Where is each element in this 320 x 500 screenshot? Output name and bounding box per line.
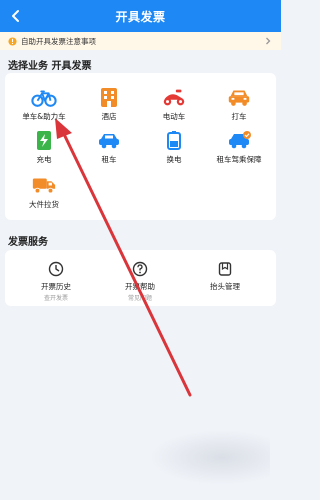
business-item-battery-swap[interactable]: 换电 (143, 128, 205, 172)
service-item-help[interactable]: 开票帮助 常见问题 (100, 260, 180, 304)
business-item-rental[interactable]: 租车 (78, 128, 140, 172)
business-item-car-insurance[interactable]: 租车驾乘保障 (208, 128, 270, 172)
clock-icon (45, 260, 67, 278)
page-title: 开具发票 (115, 9, 166, 24)
taxi-icon (226, 85, 252, 109)
service-item-history[interactable]: 开票历史 查开发票 (16, 260, 96, 304)
business-item-ebike[interactable]: 电动车 (143, 85, 205, 129)
business-item-taxi[interactable]: 打车 (208, 85, 270, 129)
charging-icon (31, 128, 57, 152)
business-item-hotel[interactable]: 酒店 (78, 85, 140, 129)
notice-bar[interactable]: 自助开具发票注意事项 (0, 32, 281, 50)
back-button[interactable] (4, 4, 28, 28)
info-icon (8, 36, 17, 46)
header-bar: 开具发票 (0, 0, 281, 32)
chevron-left-icon (12, 10, 19, 22)
hotel-icon (96, 85, 122, 109)
notice-text: 自助开具发票注意事项 (21, 36, 96, 46)
help-icon (129, 260, 151, 278)
blur-overlay (150, 430, 270, 485)
business-item-charging[interactable]: 充电 (13, 128, 75, 172)
rental-car-icon (96, 128, 122, 152)
service-item-title-manage[interactable]: 抬头管理 (185, 260, 265, 304)
bicycle-icon (31, 85, 57, 109)
business-section-title: 选择业务 开具发票 (8, 61, 92, 72)
service-card: 开票历史 查开发票 开票帮助 常见问题 抬头管理 (5, 250, 276, 306)
business-item-bike[interactable]: 单车&助力车 (13, 85, 75, 129)
car-insurance-icon (226, 128, 252, 152)
chevron-right-icon (266, 37, 271, 45)
battery-swap-icon (161, 128, 187, 152)
scooter-icon (161, 85, 187, 109)
business-item-freight[interactable]: 大件拉货 (13, 173, 75, 217)
business-card: 单车&助力车 酒店 电动车 打车 充电 租车 换电 租车驾乘保障 大件拉货 (5, 73, 276, 220)
bookmark-icon (214, 260, 236, 278)
truck-icon (31, 173, 57, 197)
service-section-title: 发票服务 (8, 237, 48, 248)
